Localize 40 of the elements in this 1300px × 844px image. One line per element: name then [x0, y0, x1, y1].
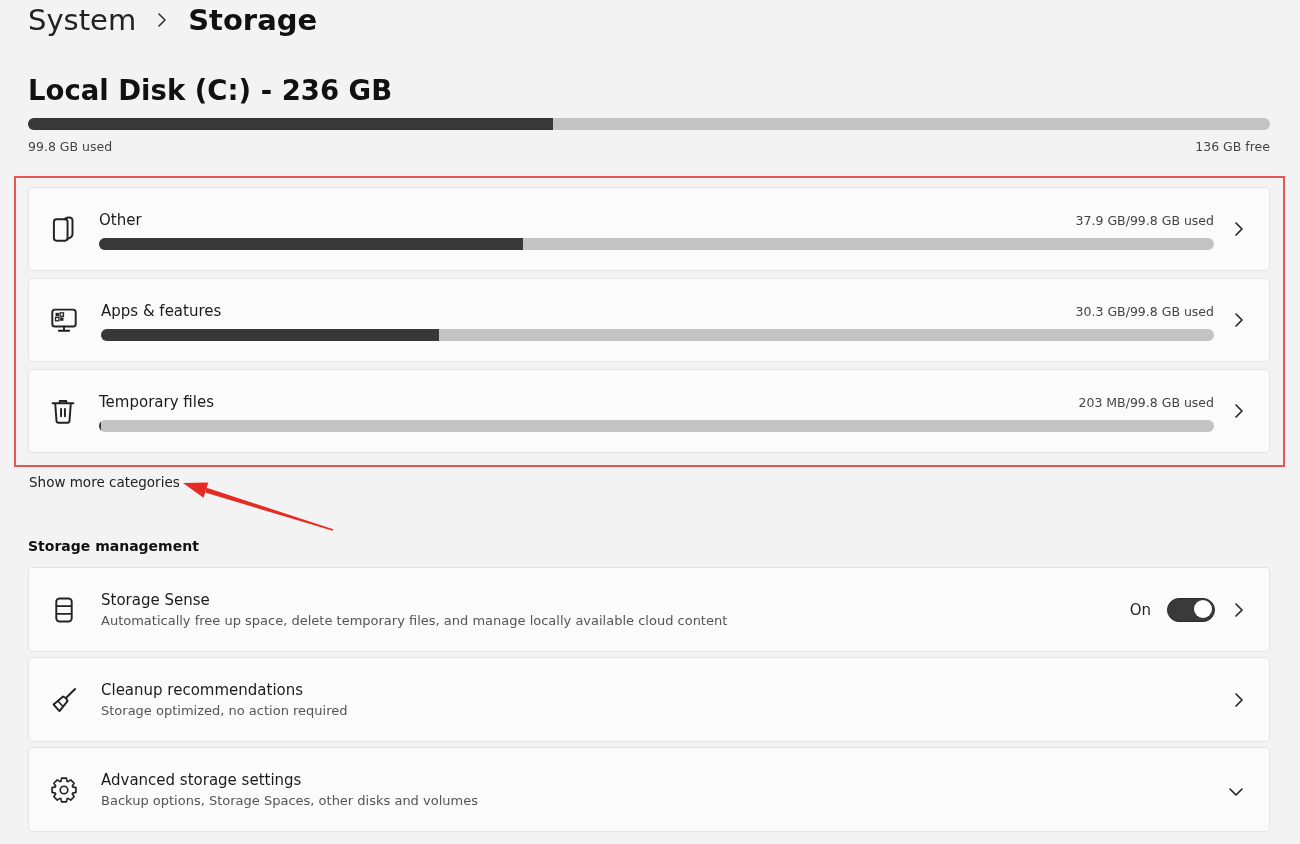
gear-icon [51, 776, 77, 803]
category-name: Other [99, 210, 142, 230]
category-card[interactable]: Temporary files 203 MB/99.8 GB used [28, 369, 1270, 453]
settings-card[interactable]: Cleanup recommendations Storage optimized, no action required [28, 657, 1270, 742]
trash-icon [51, 398, 75, 424]
chevron-right-icon [1235, 222, 1243, 236]
chevron-right-icon [1235, 313, 1243, 327]
chevron-right-icon [1235, 602, 1243, 617]
disk-title: Local Disk (C:) - 236 GB [28, 73, 394, 108]
category-usage: 30.3 GB/99.8 GB used [1075, 304, 1214, 320]
monitor-icon [51, 308, 77, 332]
used-label: 99.8 GB used [28, 139, 113, 155]
chevron-right-icon [1235, 404, 1243, 418]
broom-icon [51, 686, 77, 713]
chevron-down-icon[interactable] [1229, 787, 1243, 796]
category-card[interactable]: Other 37.9 GB/99.8 GB used [28, 187, 1270, 271]
category-name: Apps & features [101, 301, 222, 321]
setting-title: Storage Sense [101, 589, 211, 610]
stacked-drives-icon [55, 596, 73, 623]
chevron-right-icon [1235, 692, 1243, 707]
breadcrumb-parent[interactable]: System [28, 0, 137, 40]
section-heading: Storage management [28, 537, 200, 556]
breadcrumb-current: Storage [188, 2, 318, 39]
category-usage: 203 MB/99.8 GB used [1078, 395, 1214, 411]
document-icon [51, 216, 75, 242]
settings-card[interactable]: Advanced storage settings Backup options, Storage Spaces, other disks and volumes [28, 747, 1270, 832]
toggle-label: On [1129, 600, 1151, 619]
setting-description: Storage optimized, no action required [101, 701, 349, 720]
setting-description: Automatically free up space, delete temporary files, and manage locally available cloud content [101, 611, 729, 630]
show-more-link[interactable]: Show more categories [29, 473, 180, 491]
toggle-switch[interactable] [1167, 597, 1215, 622]
setting-description: Backup options, Storage Spaces, other disks and volumes [101, 791, 479, 810]
settings-card[interactable]: Storage Sense Automatically free up space, delete temporary files, and manage locally available cloud content On [28, 567, 1270, 652]
chevron-right-icon [158, 13, 167, 27]
free-label: 136 GB free [1195, 139, 1270, 155]
category-usage: 37.9 GB/99.8 GB used [1075, 213, 1214, 229]
category-card[interactable]: Apps & features 30.3 GB/99.8 GB used [28, 278, 1270, 362]
setting-title: Advanced storage settings [101, 769, 303, 790]
category-name: Temporary files [99, 392, 214, 412]
setting-title: Cleanup recommendations [101, 679, 305, 700]
